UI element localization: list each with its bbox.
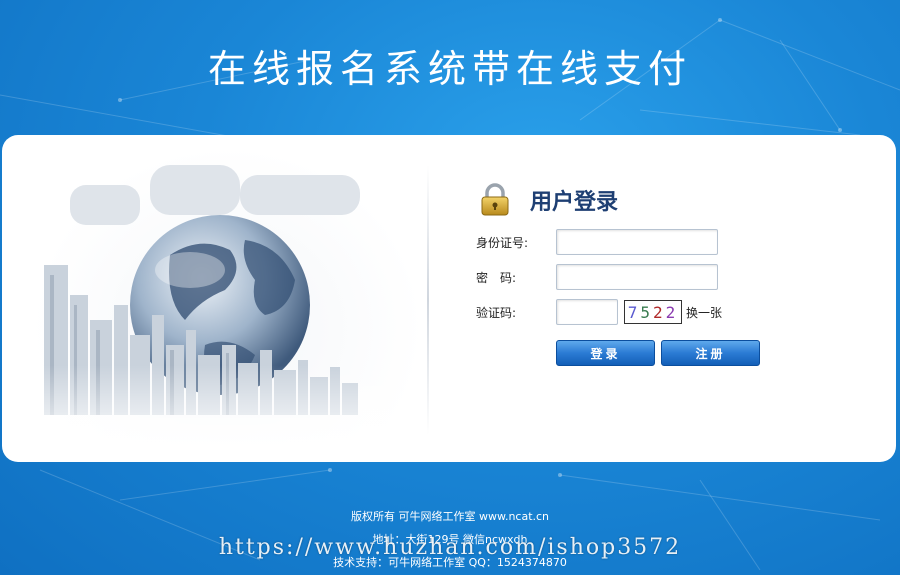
password-input[interactable] bbox=[556, 264, 718, 290]
captcha-char: 5 bbox=[640, 302, 653, 322]
login-button[interactable]: 登录 bbox=[556, 340, 655, 366]
footer-copyright: 版权所有 可牛网络工作室 www.ncat.cn bbox=[350, 510, 550, 523]
site-title: 在线报名系统带在线支付 bbox=[207, 47, 692, 91]
panel-divider bbox=[427, 165, 429, 435]
captcha-label: 验证码: bbox=[476, 305, 517, 320]
password-label: 密 码: bbox=[476, 270, 517, 285]
id-number-input[interactable] bbox=[556, 229, 718, 255]
captcha-image[interactable]: 7 5 2 2 bbox=[624, 300, 682, 324]
id-number-label: 身份证号: bbox=[476, 235, 529, 250]
lock-icon bbox=[481, 183, 509, 216]
captcha-char: 7 bbox=[627, 302, 641, 322]
captcha-char: 2 bbox=[653, 302, 666, 322]
captcha-input[interactable] bbox=[556, 299, 618, 325]
login-panel: 用户登录 身份证号: 密 码: 验证码: 7 5 2 2 换一张 登录 注册 bbox=[2, 135, 896, 462]
login-header: 用户登录 bbox=[478, 183, 618, 217]
captcha-char: 2 bbox=[665, 302, 679, 322]
register-button[interactable]: 注册 bbox=[661, 340, 760, 366]
login-title: 用户登录 bbox=[530, 189, 619, 215]
action-buttons: 登录 注册 bbox=[556, 340, 760, 366]
id-number-row: 身份证号: bbox=[476, 229, 718, 255]
refresh-captcha-link[interactable]: 换一张 bbox=[686, 304, 722, 321]
watermark-url: https://www.huzhan.com/ishop3572 bbox=[218, 535, 682, 560]
password-row: 密 码: bbox=[476, 264, 718, 290]
captcha-row: 验证码: 7 5 2 2 换一张 bbox=[476, 299, 722, 325]
globe-city-illustration bbox=[30, 145, 425, 450]
